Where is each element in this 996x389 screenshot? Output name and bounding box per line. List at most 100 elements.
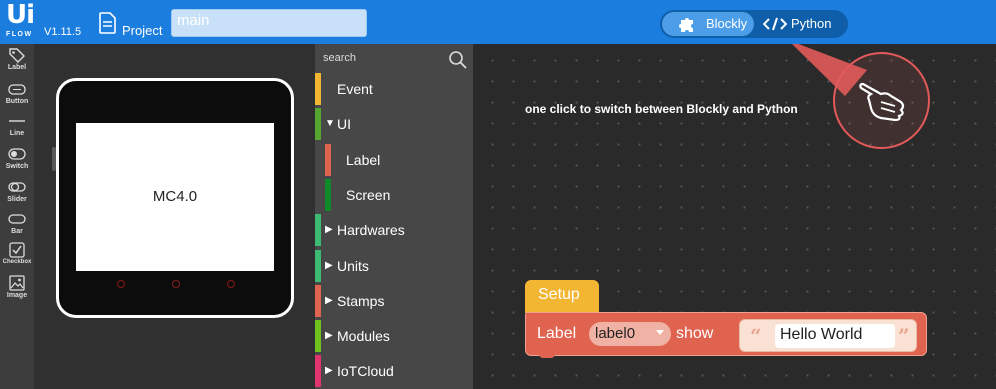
category-color-bar <box>315 284 321 317</box>
python-label: Python <box>791 16 832 31</box>
tool-checkbox-text: Checkbox <box>2 259 32 265</box>
logo-text: Ui <box>6 0 35 30</box>
version-label: V1.11.5 <box>44 26 82 38</box>
category-color-bar <box>325 143 331 176</box>
block-category-panel: search Event ▼ UI Label Screen ▶ Hardwares ▶ Uni… <box>315 44 473 389</box>
device-touch-button[interactable] <box>117 280 125 288</box>
open-quote-icon: “ <box>750 324 762 348</box>
device-frame: MC4.0 <box>52 78 294 318</box>
tool-image[interactable]: Image <box>0 273 34 305</box>
category-item[interactable]: Label <box>315 143 473 176</box>
block-connector <box>539 352 555 358</box>
category-item[interactable]: Event <box>315 73 473 105</box>
category-item[interactable]: ▶ Stamps <box>315 284 473 317</box>
blockly-mode-button[interactable]: Blockly <box>662 12 754 36</box>
category-label: IoTCloud <box>337 363 394 380</box>
checkbox-icon <box>9 242 25 258</box>
label-show-block[interactable]: Label label0 show “ Hello World ” <box>525 312 927 356</box>
category-item[interactable]: ▶ Modules <box>315 320 473 353</box>
category-label: Units <box>337 257 369 274</box>
search-icon[interactable] <box>448 50 468 70</box>
dropdown-arrow-icon <box>656 330 664 335</box>
caret-right-icon[interactable]: ▶ <box>325 295 333 306</box>
device-touch-button[interactable] <box>227 280 235 288</box>
caret-right-icon[interactable]: ▶ <box>325 224 333 235</box>
category-label: Hardwares <box>337 222 405 239</box>
category-item[interactable]: Screen <box>315 178 473 211</box>
category-color-bar <box>325 178 331 211</box>
category-color-bar <box>315 249 321 282</box>
setup-block-label: Setup <box>538 286 580 303</box>
category-label: Screen <box>346 186 391 203</box>
code-icon <box>763 17 787 31</box>
category-label: Modules <box>337 328 390 345</box>
category-item[interactable]: ▶ IoTCloud <box>315 355 473 388</box>
device-preview-panel: MC4.0 <box>34 44 315 389</box>
category-color-bar <box>315 320 321 353</box>
caret-right-icon[interactable]: ▶ <box>325 365 333 376</box>
setup-block[interactable]: Setup <box>525 280 599 313</box>
category-label: UI <box>337 116 351 133</box>
logo-subtext: FLOW <box>6 31 33 38</box>
tool-checkbox[interactable]: Checkbox <box>0 240 34 272</box>
slider-icon <box>8 182 26 192</box>
category-item[interactable]: ▶ Hardwares <box>315 214 473 247</box>
mode-switch: Blockly Python <box>660 10 848 38</box>
tag-icon <box>9 48 25 63</box>
tool-label[interactable]: Label <box>0 46 34 78</box>
uiflow-app: Ui FLOW V1.11.5 Project main Blockly Pyt… <box>0 0 996 389</box>
tool-bar-text: Bar <box>11 228 23 235</box>
category-item[interactable]: ▼ UI <box>315 108 473 141</box>
widget-toolbar: Label Button Line Switch Slider Bar Chec… <box>0 44 34 389</box>
project-label[interactable]: Project <box>122 23 162 38</box>
label-dropdown-value: label0 <box>595 325 636 342</box>
string-value-field[interactable]: Hello World <box>775 324 895 348</box>
python-mode-button[interactable]: Python <box>758 12 846 36</box>
blockly-label: Blockly <box>706 16 748 31</box>
category-search-input[interactable]: search <box>323 52 356 64</box>
caret-down-icon[interactable]: ▼ <box>325 118 335 129</box>
tool-button[interactable]: Button <box>0 80 34 112</box>
block-action-text: show <box>676 325 714 342</box>
tool-switch-text: Switch <box>5 163 29 170</box>
block-label-text: Label <box>537 325 577 342</box>
uiflow-logo[interactable]: Ui FLOW <box>6 0 40 40</box>
hand-pointer-icon <box>859 82 905 122</box>
tool-button-text: Button <box>5 98 29 105</box>
device-touch-button[interactable] <box>172 280 180 288</box>
category-item[interactable]: ▶ Units <box>315 249 473 282</box>
category-color-bar <box>315 108 321 141</box>
string-block[interactable]: “ Hello World ” <box>739 319 917 352</box>
caret-right-icon[interactable]: ▶ <box>325 260 333 271</box>
category-label: Stamps <box>337 292 385 309</box>
document-icon[interactable] <box>99 12 117 34</box>
tool-bar[interactable]: Bar <box>0 210 34 242</box>
button-icon <box>8 84 26 95</box>
caret-right-icon[interactable]: ▶ <box>325 330 333 341</box>
category-color-bar <box>315 214 321 247</box>
tool-line-text: Line <box>9 130 25 137</box>
image-icon <box>9 275 25 291</box>
tool-slider-text: Slider <box>7 196 27 203</box>
device-screen[interactable]: MC4.0 <box>76 123 274 271</box>
device-side-button <box>52 147 56 171</box>
project-name-input[interactable]: main <box>171 9 367 37</box>
switch-icon <box>8 148 26 160</box>
top-bar: Ui FLOW V1.11.5 Project main Blockly Pyt… <box>0 0 996 44</box>
callout-circle <box>833 52 930 149</box>
tool-switch[interactable]: Switch <box>0 145 34 177</box>
bar-icon <box>8 214 26 224</box>
line-icon <box>9 120 25 122</box>
tool-line[interactable]: Line <box>0 112 34 144</box>
category-color-bar <box>315 355 321 388</box>
category-color-bar <box>315 73 321 105</box>
category-label: Label <box>346 151 381 168</box>
tool-label-text: Label <box>7 64 27 71</box>
label-dropdown[interactable]: label0 <box>589 322 671 346</box>
puzzle-icon <box>679 18 693 32</box>
blockly-workspace[interactable]: one click to switch between Blockly and … <box>473 44 996 389</box>
category-label: Event <box>337 81 373 97</box>
tool-image-text: Image <box>6 292 28 299</box>
close-quote-icon: ” <box>898 324 910 348</box>
tool-slider[interactable]: Slider <box>0 178 34 210</box>
